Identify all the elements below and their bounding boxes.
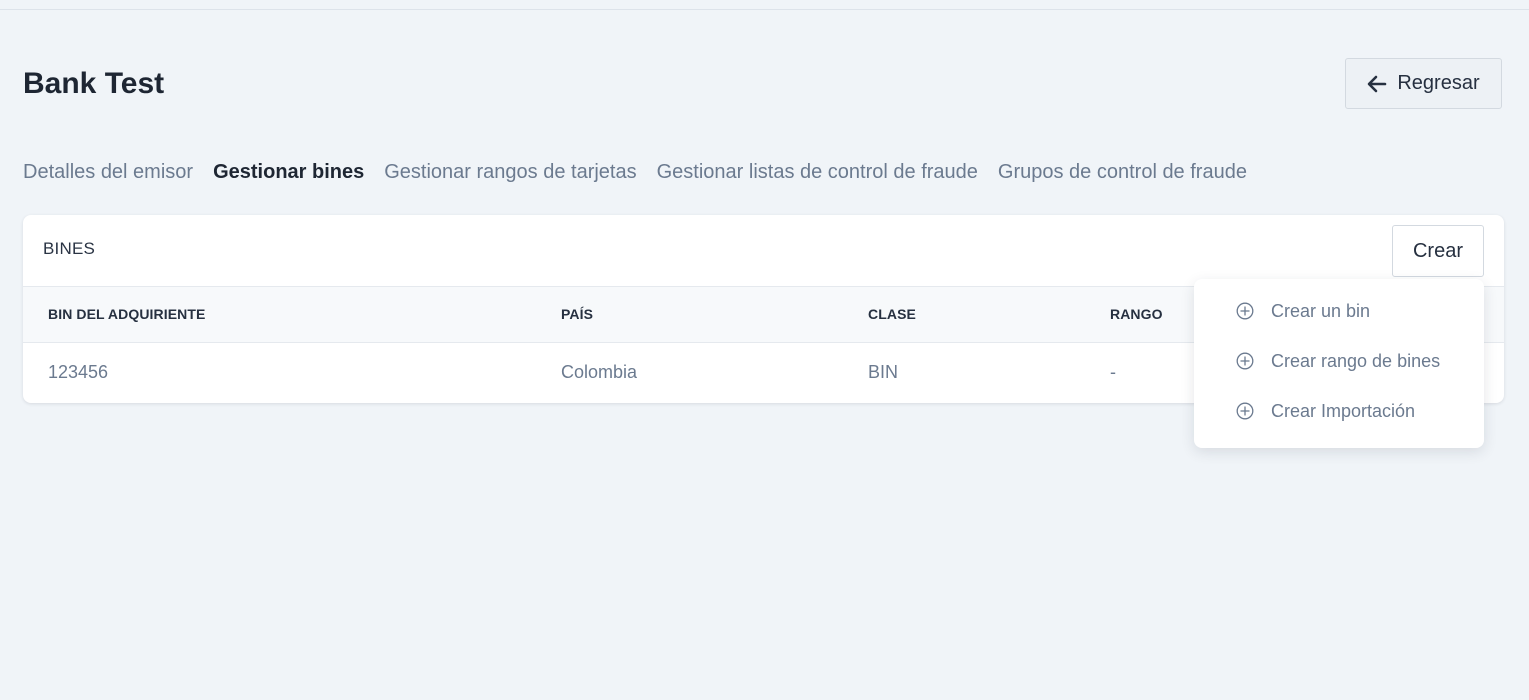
tab-gestionar-rangos-de-tarjetas[interactable]: Gestionar rangos de tarjetas	[384, 158, 636, 186]
column-header-bin: BIN DEL ADQUIRIENTE	[48, 306, 206, 322]
cell-bin: 123456	[48, 362, 109, 382]
card-header: BINES Crear	[23, 215, 1504, 287]
tab-grupos-de-control-de-fraude[interactable]: Grupos de control de fraude	[998, 158, 1247, 186]
tab-bar: Detalles del emisor Gestionar bines Gest…	[23, 158, 1247, 186]
column-header-clase: CLASE	[868, 306, 916, 322]
page-title: Bank Test	[23, 67, 165, 100]
menu-item-crear-importacion[interactable]: Crear Importación	[1236, 396, 1415, 426]
back-button-label: Regresar	[1397, 72, 1480, 94]
cell-pais: Colombia	[561, 362, 638, 382]
card-title: BINES	[43, 239, 96, 258]
plus-circle-icon	[1236, 302, 1254, 320]
menu-item-crear-rango-de-bines[interactable]: Crear rango de bines	[1236, 346, 1440, 376]
create-button[interactable]: Crear	[1392, 225, 1484, 277]
cell-rango: -	[1110, 362, 1116, 382]
menu-item-crear-un-bin[interactable]: Crear un bin	[1236, 296, 1370, 326]
menu-item-label: Crear rango de bines	[1271, 350, 1441, 371]
tab-gestionar-listas-de-control-de-fraude[interactable]: Gestionar listas de control de fraude	[657, 158, 978, 186]
create-dropdown-menu: Crear un bin Crear rango de bines Crear …	[1194, 279, 1484, 448]
back-button[interactable]: Regresar	[1345, 58, 1502, 109]
menu-item-label: Crear Importación	[1271, 400, 1416, 421]
column-header-rango: RANGO	[1110, 306, 1163, 322]
menu-item-label: Crear un bin	[1271, 300, 1371, 321]
arrow-left-icon	[1367, 75, 1387, 93]
plus-circle-icon	[1236, 352, 1254, 370]
tab-detalles-del-emisor[interactable]: Detalles del emisor	[23, 158, 193, 186]
tab-gestionar-bines[interactable]: Gestionar bines	[213, 158, 364, 186]
top-bar	[0, 0, 1529, 10]
cell-clase: BIN	[868, 362, 899, 382]
plus-circle-icon	[1236, 402, 1254, 420]
column-header-pais: PAÍS	[561, 306, 594, 322]
